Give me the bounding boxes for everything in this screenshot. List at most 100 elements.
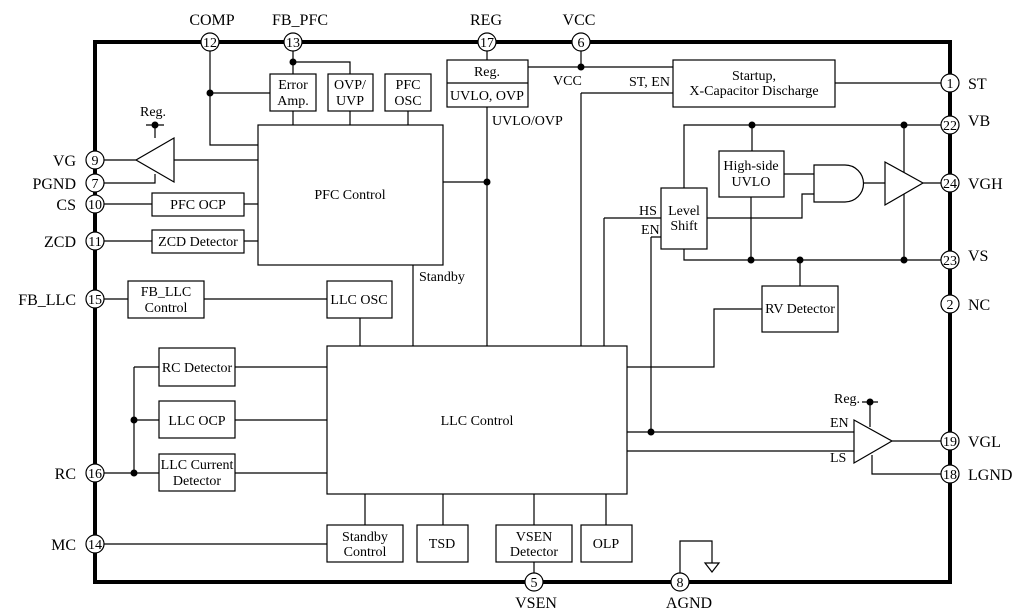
pin-vs: 23 VS [940,248,988,270]
svg-text:7: 7 [92,177,99,192]
block-standby-control: StandbyControl [326,524,404,563]
pin-cs: 10 CS [56,194,105,214]
low-side-driver-buffer [853,418,894,465]
svg-text:6: 6 [578,36,585,51]
svg-text:RV Detector: RV Detector [765,302,835,317]
svg-text:Detector: Detector [510,545,559,560]
svg-text:UVP: UVP [336,94,364,109]
svg-text:FB_LLC: FB_LLC [141,285,192,300]
svg-text:TSD: TSD [429,537,455,552]
pin-lgnd: 18 LGND [940,464,1012,484]
pin-vb: 22 VB [940,113,990,135]
block-diagram: ErrorAmp. OVP/UVP PFCOSC Reg. UVLO, OVP S… [18,12,1012,612]
svg-text:14: 14 [88,538,102,553]
signal-st-en: ST, EN [629,75,670,90]
block-level-shift: LevelShift [660,187,708,250]
svg-text:PGND: PGND [32,176,76,193]
svg-text:OLP: OLP [593,537,620,552]
svg-text:Error: Error [278,78,308,93]
svg-text:COMP: COMP [189,12,234,29]
svg-text:Level: Level [668,204,700,219]
pin-rc: 16 RC [55,463,105,483]
svg-text:8: 8 [677,576,684,591]
block-ovp-uvp: OVP/UVP [327,73,374,112]
svg-text:ZCD: ZCD [44,234,76,251]
svg-text:UVLO: UVLO [732,175,771,190]
svg-text:24: 24 [943,177,957,192]
pin-vcc: 6 VCC [563,12,596,52]
svg-text:PFC Control: PFC Control [314,188,385,203]
pin-vsen: 5 VSEN [515,572,557,612]
svg-text:LLC Current: LLC Current [161,458,234,473]
signal-reg-low-side: Reg. [834,392,860,407]
block-reg-uvlo-ovp: Reg. UVLO, OVP [446,59,529,108]
svg-text:VB: VB [968,113,990,130]
signal-standby: Standby [419,270,465,285]
block-pfc-ocp: PFC OCP [151,192,245,217]
block-rc-detector: RC Detector [158,347,236,387]
svg-text:Startup,: Startup, [732,69,776,84]
svg-text:11: 11 [88,235,101,250]
svg-text:15: 15 [88,293,102,308]
svg-text:NC: NC [968,297,990,314]
svg-text:VSEN: VSEN [515,595,557,612]
svg-text:ZCD Detector: ZCD Detector [158,235,238,250]
pin-comp: 12 COMP [189,12,235,52]
pin-pgnd: 7 PGND [32,173,105,193]
block-vsen-detector: VSENDetector [495,524,573,563]
svg-text:13: 13 [286,36,300,51]
svg-text:OVP/: OVP/ [334,78,366,93]
svg-text:19: 19 [943,435,957,450]
svg-text:AGND: AGND [666,595,712,612]
svg-text:VCC: VCC [563,12,596,29]
signal-en-level-shift: EN [641,223,660,238]
svg-text:1: 1 [947,77,954,92]
svg-text:RC Detector: RC Detector [162,361,233,376]
svg-text:Detector: Detector [173,474,222,489]
signal-reg-pfc: Reg. [140,105,166,120]
svg-text:Standby: Standby [342,530,388,545]
pin-agnd: 8 AGND [666,572,712,612]
block-rv-detector: RV Detector [761,285,839,333]
signal-ls: LS [830,451,846,466]
svg-text:VSEN: VSEN [516,530,553,545]
block-fb-llc-control: FB_LLCControl [127,280,205,319]
block-high-side-uvlo: High-sideUVLO [718,150,785,198]
svg-text:16: 16 [88,467,102,482]
svg-text:High-side: High-side [723,159,778,174]
svg-text:17: 17 [480,36,494,51]
svg-text:9: 9 [92,154,99,169]
svg-text:Shift: Shift [670,219,697,234]
block-olp: OLP [580,524,633,563]
svg-text:VGL: VGL [968,434,1001,451]
pin-st: 1 ST [940,73,987,93]
signal-en-driver: EN [830,416,849,431]
svg-text:RC: RC [55,466,76,483]
pin-vgl: 19 VGL [940,431,1001,451]
svg-text:LLC OCP: LLC OCP [168,414,225,429]
svg-text:VGH: VGH [968,176,1003,193]
svg-text:23: 23 [943,254,957,269]
svg-text:12: 12 [203,36,217,51]
pin-fb-llc: 15 FB_LLC [18,289,105,309]
block-error-amp: ErrorAmp. [269,73,317,112]
svg-text:PFC: PFC [396,78,421,93]
signal-vcc: VCC [553,74,582,89]
block-llc-osc: LLC OSC [326,280,393,319]
block-tsd: TSD [416,524,469,563]
block-llc-current-detector: LLC CurrentDetector [158,453,236,492]
svg-text:FB_LLC: FB_LLC [18,292,76,309]
svg-text:CS: CS [56,197,76,214]
svg-text:PFC OCP: PFC OCP [170,198,226,213]
pin-vgh: 24 VGH [940,173,1003,193]
block-llc-ocp: LLC OCP [158,400,236,439]
svg-text:VS: VS [968,248,988,265]
svg-text:UVLO, OVP: UVLO, OVP [450,89,524,104]
svg-text:Control: Control [344,545,387,560]
svg-text:X-Capacitor Discharge: X-Capacitor Discharge [689,84,818,99]
block-llc-control: LLC Control [326,345,628,495]
signal-hs: HS [639,204,657,219]
pin-nc: 2 NC [940,294,990,314]
pin-zcd: 11 ZCD [44,231,105,251]
pin-vg: 9 VG [53,150,105,170]
